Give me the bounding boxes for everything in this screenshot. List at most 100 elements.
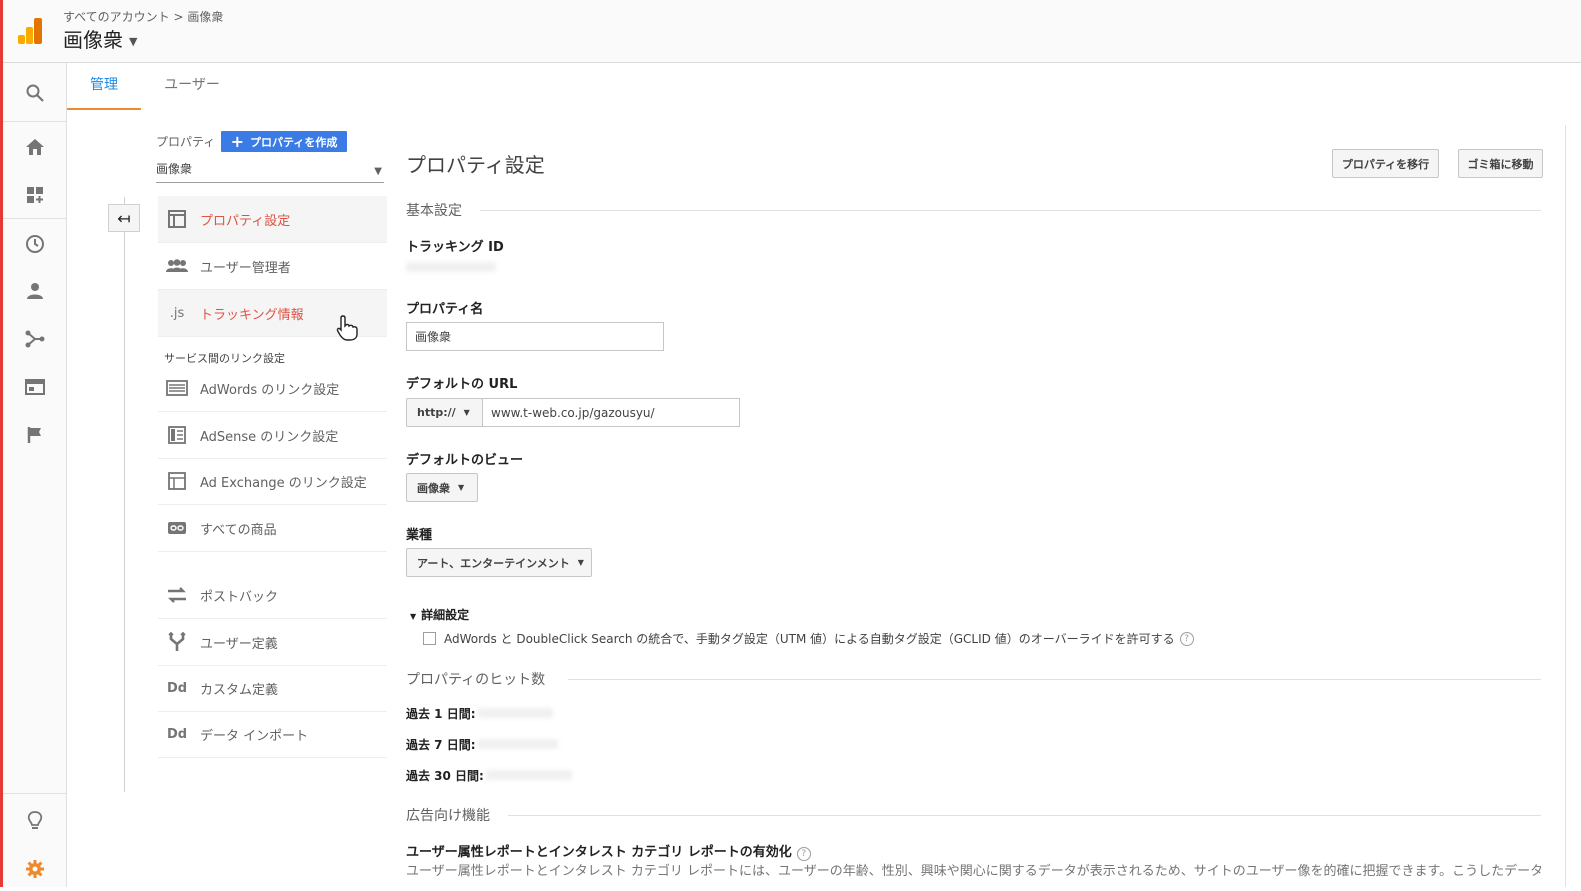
gclid-override-checkbox[interactable]: [423, 632, 436, 645]
default-url-label: デフォルトの URL: [406, 377, 518, 392]
plus-icon: +: [230, 132, 245, 151]
help-icon[interactable]: ?: [1179, 631, 1194, 646]
dashboard-add-icon[interactable]: [3, 173, 66, 217]
adwords-icon: [166, 377, 188, 399]
property-label: プロパティ: [156, 135, 216, 149]
lightbulb-icon[interactable]: [3, 799, 66, 843]
caret-down-icon: ▼: [129, 35, 138, 48]
triangle-down-icon: ▼: [410, 612, 417, 621]
hits-1day-label: 過去 1 日間:: [406, 707, 476, 721]
js-icon: .js: [169, 305, 185, 321]
nav-adexchange-link[interactable]: Ad Exchange のリンク設定: [158, 458, 387, 505]
scrollbar-track[interactable]: [1565, 125, 1566, 887]
dd-icon: Dd: [166, 726, 188, 742]
move-property-button[interactable]: プロパティを移行: [1332, 149, 1439, 178]
nav-label: AdWords のリンク設定: [200, 382, 340, 398]
property-name-input[interactable]: 画像衆: [406, 322, 664, 351]
demographics-title: ユーザー属性レポートとインタレスト カテゴリ レポートの有効化: [406, 845, 792, 860]
nav-all-products[interactable]: すべての商品: [158, 505, 387, 552]
nav-custom-definition[interactable]: Dd カスタム定義: [158, 665, 387, 712]
arrow-left-icon: ↤: [117, 208, 131, 228]
protocol-value: http://: [417, 406, 456, 419]
column-divider: [124, 197, 125, 792]
gclid-override-text: AdWords と DoubleClick Search の統合で、手動タグ設定…: [444, 632, 1175, 646]
top-header: すべてのアカウント > 画像衆 画像衆 ▼: [3, 0, 1581, 63]
create-property-button[interactable]: + プロパティを作成: [221, 131, 347, 152]
advanced-settings-toggle[interactable]: ▼ 詳細設定: [410, 606, 469, 623]
nav-adwords-link[interactable]: AdWords のリンク設定: [158, 365, 387, 412]
clock-icon[interactable]: [3, 222, 66, 266]
industry-dropdown[interactable]: アート、エンターテインメント ▼: [406, 548, 592, 577]
caret-down-icon: ▼: [463, 408, 470, 417]
search-icon[interactable]: [3, 71, 66, 115]
demographics-description: ユーザー属性レポートとインタレスト カテゴリ レポートには、ユーザーの年齢、性別…: [406, 864, 1541, 879]
divider: [508, 815, 1541, 816]
people-icon: [166, 255, 188, 277]
layout-icon: [166, 208, 188, 230]
default-view-label: デフォルトのビュー: [406, 453, 524, 468]
tracking-id-label: トラッキング ID: [406, 240, 504, 255]
home-icon[interactable]: [3, 125, 66, 169]
default-url-input[interactable]: www.t-web.co.jp/gazousyu/: [482, 398, 740, 427]
nav-user-management[interactable]: ユーザー管理者: [158, 243, 387, 290]
breadcrumb: すべてのアカウント > 画像衆: [63, 8, 223, 25]
demographics-label: ユーザー属性レポートとインタレスト カテゴリ レポートの有効化?: [406, 841, 811, 861]
nav-label: データ インポート: [200, 728, 309, 744]
advanced-settings-label: 詳細設定: [421, 608, 470, 622]
admin-tabs: 管理 ユーザー: [67, 63, 1581, 110]
caret-down-icon: ▼: [577, 558, 584, 567]
divider: [480, 210, 1541, 211]
nav-label: Ad Exchange のリンク設定: [200, 475, 367, 491]
swap-icon: [166, 584, 188, 606]
nav-user-definition[interactable]: ユーザー定義: [158, 619, 387, 666]
account-name: 画像衆: [63, 28, 123, 52]
nav-property-settings[interactable]: プロパティ設定: [158, 196, 387, 243]
nav-label: ユーザー定義: [200, 636, 278, 652]
page-title: プロパティ設定: [406, 153, 545, 177]
protocol-dropdown[interactable]: http:// ▼: [406, 398, 483, 427]
hits-1day-redacted: [478, 708, 553, 718]
hits-30day-redacted: [486, 770, 572, 780]
hits-30day-label: 過去 30 日間:: [406, 769, 484, 783]
caret-down-icon: ▼: [374, 166, 382, 177]
create-property-label: プロパティを作成: [250, 135, 338, 149]
dd-icon: Dd: [166, 680, 188, 696]
link-icon: [166, 517, 188, 539]
person-icon[interactable]: [3, 269, 66, 313]
gear-icon[interactable]: [3, 847, 66, 891]
nav-data-import[interactable]: Dd データ インポート: [158, 711, 387, 758]
service-links-heading: サービス間のリンク設定: [164, 352, 285, 365]
hand-cursor-icon: [336, 315, 358, 341]
left-rail: [3, 63, 67, 887]
flag-icon[interactable]: [3, 413, 66, 457]
nav-adsense-link[interactable]: AdSense のリンク設定: [158, 412, 387, 459]
tab-user[interactable]: ユーザー: [157, 63, 227, 108]
nav-tracking-info[interactable]: .js トラッキング情報: [158, 290, 387, 341]
move-to-trash-button[interactable]: ゴミ箱に移動: [1458, 149, 1543, 178]
default-view-value: 画像衆: [417, 481, 450, 495]
breadcrumb-root[interactable]: すべてのアカウント: [63, 10, 170, 24]
help-icon[interactable]: ?: [796, 847, 811, 861]
fork-icon: [166, 631, 188, 653]
industry-label: 業種: [406, 528, 433, 543]
hits-7day-redacted: [478, 739, 558, 749]
behavior-icon[interactable]: [3, 365, 66, 409]
hits-heading: プロパティのヒット数: [406, 672, 546, 688]
divider: [568, 679, 1541, 680]
tracking-id-redacted: [406, 262, 496, 272]
property-selected-value: 画像衆: [156, 162, 193, 176]
analytics-logo-icon[interactable]: [16, 16, 44, 44]
collapse-button[interactable]: ↤: [108, 204, 140, 232]
tab-admin[interactable]: 管理: [67, 63, 141, 110]
default-view-dropdown[interactable]: 画像衆 ▼: [406, 473, 478, 502]
industry-value: アート、エンターテインメント: [417, 556, 570, 570]
nav-label: カスタム定義: [200, 682, 279, 698]
adexchange-icon: [166, 470, 188, 492]
account-selector[interactable]: 画像衆 ▼: [63, 24, 137, 53]
basic-settings-heading: 基本設定: [406, 203, 462, 219]
nav-postback[interactable]: ポストバック: [158, 572, 387, 619]
property-select[interactable]: 画像衆 ▼: [156, 160, 384, 183]
acquisition-icon[interactable]: [3, 317, 66, 361]
adsense-icon: [166, 424, 188, 446]
advertising-features-heading: 広告向け機能: [406, 808, 490, 824]
